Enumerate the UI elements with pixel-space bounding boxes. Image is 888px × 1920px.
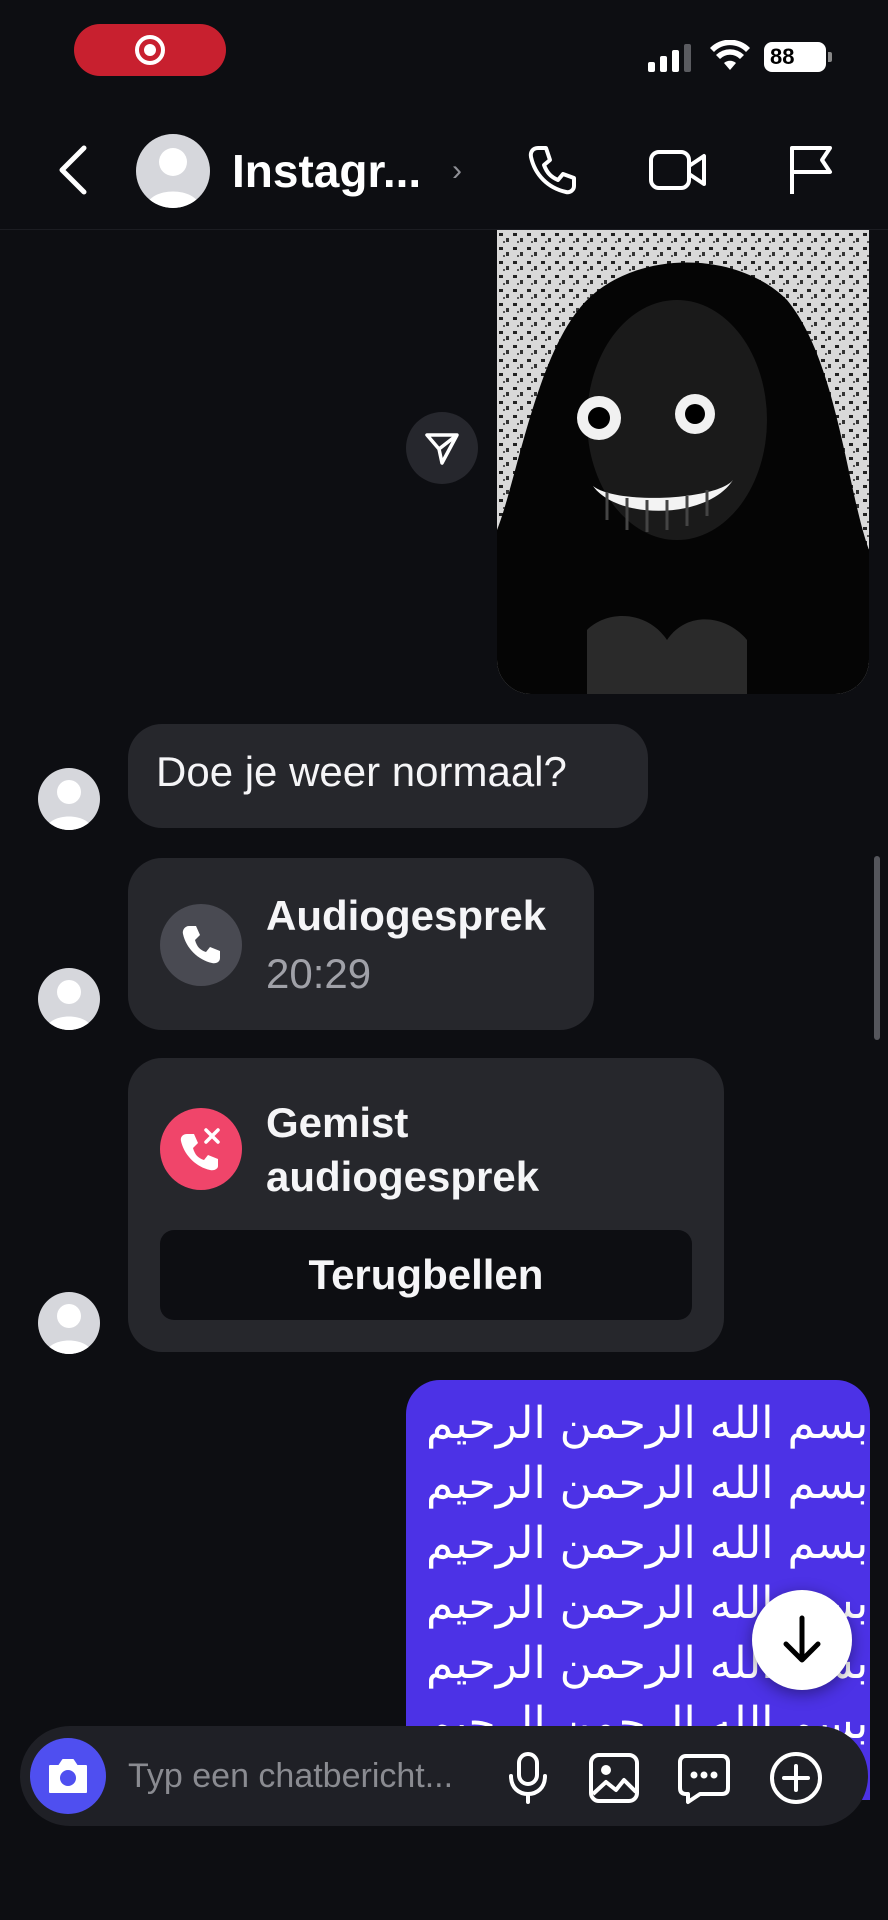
scroll-to-bottom-button[interactable] [752, 1590, 852, 1690]
chevron-right-icon[interactable]: › [452, 154, 462, 188]
audio-call-card[interactable]: Audiogesprek 20:29 [128, 858, 594, 1030]
share-icon [425, 433, 459, 465]
camera-icon [49, 1759, 87, 1793]
contact-name[interactable]: Instagr... [232, 144, 421, 198]
screen-recording-indicator[interactable] [74, 24, 226, 76]
missed-call-icon [160, 1108, 242, 1190]
sticker-icon[interactable] [676, 1750, 732, 1806]
call-icon [160, 904, 242, 986]
phone-icon[interactable] [522, 140, 582, 200]
avatar[interactable] [136, 134, 210, 208]
microphone-icon[interactable] [500, 1750, 556, 1806]
battery-level: 88 [770, 44, 795, 69]
plus-icon[interactable] [768, 1750, 824, 1806]
chat-header: Instagr... › [0, 110, 888, 230]
back-icon[interactable] [50, 140, 100, 200]
call-title: Audiogesprek [266, 892, 547, 939]
message-input[interactable] [128, 1752, 508, 1800]
wifi-icon [710, 40, 750, 70]
call-time: 20:29 [266, 950, 372, 997]
battery-icon: 88 [764, 42, 832, 72]
message-bubble[interactable]: Doe je weer normaal? [128, 724, 648, 828]
camera-button[interactable] [30, 1738, 106, 1814]
record-icon [135, 35, 165, 65]
gallery-icon[interactable] [586, 1750, 642, 1806]
sent-image-message[interactable] [497, 230, 869, 694]
flag-icon[interactable] [780, 140, 840, 200]
message-composer [20, 1726, 868, 1826]
avatar [38, 968, 100, 1030]
calligraphy-text: بسم الله الرحمن الرحيم [426, 1458, 869, 1509]
callback-button[interactable]: Terugbellen [160, 1230, 692, 1320]
share-button[interactable] [406, 412, 478, 484]
scrollbar[interactable] [874, 856, 880, 1040]
calligraphy-text: بسم الله الرحمن الرحيم [426, 1398, 869, 1449]
missed-call-title: Gemist audiogesprek [266, 1099, 540, 1200]
signal-icon [648, 42, 691, 72]
status-bar: 88 [0, 0, 888, 110]
arrow-down-icon [783, 1615, 821, 1663]
calligraphy-text: بسم الله الرحمن الرحيم [426, 1518, 869, 1569]
missed-call-card: Gemist audiogesprek Terugbellen [128, 1058, 724, 1352]
video-icon[interactable] [648, 140, 708, 200]
avatar [38, 1292, 100, 1354]
avatar [38, 768, 100, 830]
